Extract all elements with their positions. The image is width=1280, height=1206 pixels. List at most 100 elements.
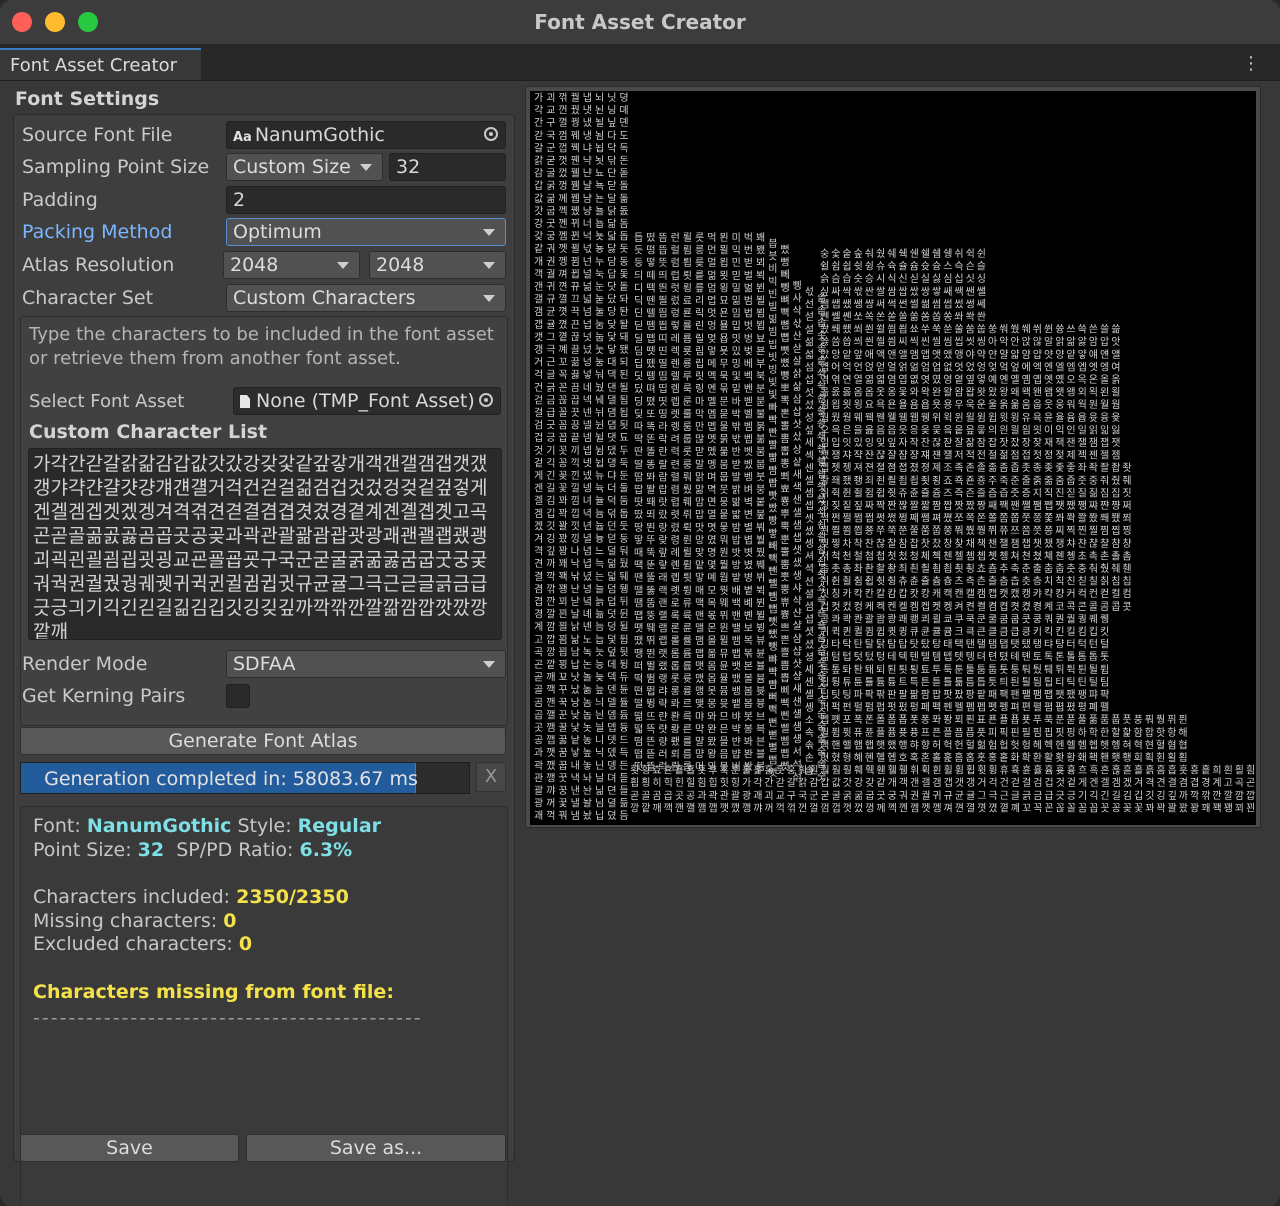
atlas-glyph: 급 [546,407,555,419]
cancel-generation-button[interactable]: X [476,762,506,792]
atlas-glyph: 짙 [842,500,851,512]
atlas-height-dropdown[interactable]: 2048 [369,251,506,279]
sampling-point-size-field[interactable]: 32 [389,153,506,181]
select-font-asset-field[interactable]: None (TMP_Font Asset) [233,387,501,415]
atlas-glyph: 녈 [583,533,592,545]
atlas-glyph: 를 [683,736,692,748]
atlas-glyph: 훌 [742,764,751,777]
atlas-glyph: 쌕 [954,286,963,298]
atlas-glyph: 삽 [793,406,802,418]
atlas-glyph: 쭤 [954,525,963,537]
atlas-glyph: 심 [943,273,952,285]
custom-character-list-textarea[interactable]: 가각간갇갈갉갊감갑값갓갔강갖갗같갚갛개객갠갤갬갭갯갰갱갸갹갼걀걋걍걔걘걜거걱건걷… [28,448,502,640]
atlas-glyph: 맨 [695,610,704,622]
atlas-glyph: 캡 [988,588,997,600]
chevron-down-icon [337,262,349,269]
render-mode-dropdown[interactable]: SDFAA [226,650,506,678]
atlas-glyph: 십 [954,273,963,285]
atlas-glyph: 벨 [744,408,753,420]
atlas-glyph: 꼈 [558,319,567,331]
chevron-down-icon [483,229,495,236]
atlas-glyph: 스 [943,261,952,273]
atlas-glyph: 렙 [671,396,680,408]
atlas-glyph: 씰 [932,336,941,348]
atlas-glyph: 홀 [932,751,941,764]
atlas-glyph: 빳 [768,490,777,502]
atlas-glyph: 팬 [1010,689,1019,701]
get-kerning-pairs-checkbox[interactable] [226,684,250,708]
atlas-glyph: 뎬 [619,117,628,129]
atlas-glyph: 캭 [1044,588,1053,600]
atlas-glyph: 밈 [732,308,741,320]
atlas-glyph: 뮨 [719,660,728,672]
atlas-glyph: 표 [977,715,986,726]
missing-value: 0 [223,910,237,932]
atlas-glyph: 쏀 [842,311,851,323]
atlas-glyph: 냇 [583,105,592,117]
settings-panel: Font Settings Source Font File Aa NanumGo… [0,80,520,1206]
atlas-glyph: 멀 [707,256,716,269]
object-picker-icon[interactable] [479,393,493,407]
atlas-glyph: 녁 [583,508,592,520]
atlas-glyph: 자 [898,437,907,449]
atlas-glyph: 모 [707,586,716,597]
atlas-glyph: 엽 [898,374,907,386]
atlas-glyph: 겐 [1089,777,1098,789]
atlas-glyph: 뜻 [658,257,667,269]
chevron-down-icon [360,164,372,171]
padding-field[interactable]: 2 [226,186,506,214]
atlas-glyph: 섄 [793,696,802,708]
atlas-glyph: 첼 [954,550,963,562]
atlas-glyph: 쿱 [1010,613,1019,625]
atlas-glyph: 거 [977,777,986,789]
atlas-glyph: 꿜 [571,91,580,104]
generate-font-atlas-button[interactable]: Generate Font Atlas [20,727,506,755]
sampling-mode-dropdown[interactable]: Custom Size [226,153,383,181]
atlas-glyph: 령 [671,534,680,546]
atlas-glyph: 띌 [658,295,667,307]
atlas-glyph: 콘 [1078,601,1087,613]
atlas-glyph: 밉 [732,320,741,332]
save-as-button[interactable]: Save as... [246,1134,506,1162]
atlas-glyph: 괴 [764,790,773,802]
atlas-glyph: 탭 [999,639,1008,651]
packing-method-dropdown[interactable]: Optimum [226,218,506,246]
atlas-glyph: 엡 [1078,361,1087,373]
atlas-glyph: 셤 [805,601,814,613]
atlas-glyph: 겠 [534,520,543,532]
atlas-glyph: 몃 [707,522,716,534]
missing-label: Missing characters: [33,910,218,932]
atlas-glyph: 땠 [634,635,643,647]
atlas-glyph: 횟 [630,765,639,777]
atlas-glyph: 펜 [943,702,952,714]
kebab-menu-icon[interactable]: ⋮ [1242,53,1260,74]
save-button[interactable]: Save [20,1134,239,1162]
atlas-glyph: 꺾 [558,92,567,104]
atlas-glyph: 뚝 [646,547,655,559]
atlas-glyph: 포 [842,715,851,726]
atlas-glyph: 움 [1022,399,1031,411]
atlas-glyph: 넴 [583,432,592,444]
atlas-glyph: 익 [1055,424,1064,436]
atlas-width-dropdown[interactable]: 2048 [223,251,360,279]
atlas-glyph: 헥 [1044,739,1053,751]
tab-font-asset-creator[interactable]: Font Asset Creator [0,48,201,80]
atlas-glyph: 매 [695,585,704,597]
object-picker-icon[interactable] [484,127,498,141]
atlas-glyph: 셧 [805,626,814,638]
missing-from-file-heading: Characters missing from font file: [33,981,394,1003]
atlas-glyph: 젯 [831,462,840,474]
atlas-glyph: 옆 [966,374,975,386]
atlas-glyph: 휸 [1022,764,1031,777]
atlas-glyph: 휜 [932,765,941,777]
atlas-glyph: 슘 [910,261,919,273]
atlas-glyph: 몽 [707,698,716,710]
atlas-glyph: 샥 [793,595,802,607]
atlas-glyph: 뎡 [619,91,628,104]
source-font-file-field[interactable]: Aa NanumGothic [226,121,506,149]
character-set-dropdown[interactable]: Custom Characters [226,284,506,312]
atlas-glyph: 잡 [988,437,997,449]
atlas-glyph: 슨 [966,261,975,273]
atlas-glyph: 쨀 [1022,500,1031,512]
atlas-glyph: 싱 [977,273,986,285]
